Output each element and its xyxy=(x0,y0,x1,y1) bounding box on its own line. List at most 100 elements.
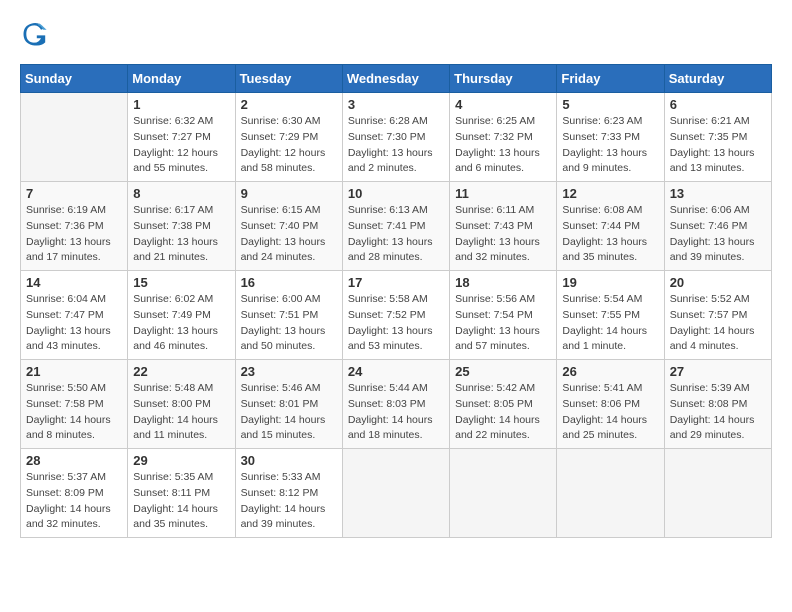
day-info: Sunrise: 6:23 AM Sunset: 7:33 PM Dayligh… xyxy=(562,114,658,177)
calendar-week-4: 21Sunrise: 5:50 AM Sunset: 7:58 PM Dayli… xyxy=(21,360,772,449)
weekday-header-monday: Monday xyxy=(128,65,235,93)
day-info: Sunrise: 6:28 AM Sunset: 7:30 PM Dayligh… xyxy=(348,114,444,177)
table-row xyxy=(557,449,664,538)
table-row: 24 Sunrise: 5:44 AM Sunset: 8:03 PM Dayli… xyxy=(342,360,449,449)
table-row: 25 Sunrise: 5:42 AM Sunset: 8:05 PM Dayli… xyxy=(450,360,557,449)
logo-icon xyxy=(20,20,48,48)
day-number: 3 xyxy=(348,97,444,112)
table-row: 4 Sunrise: 6:25 AM Sunset: 7:32 PM Daylig… xyxy=(450,93,557,182)
day-number: 28 xyxy=(26,453,122,468)
table-row: 1Sunrise: 6:32 AM Sunset: 7:27 PM Daylig… xyxy=(128,93,235,182)
table-row: 14 Sunrise: 6:04 AM Sunset: 7:47 PM Dayli… xyxy=(21,271,128,360)
table-row: 6 Sunrise: 6:21 AM Sunset: 7:35 PM Daylig… xyxy=(664,93,771,182)
day-number: 10 xyxy=(348,186,444,201)
day-number: 14 xyxy=(26,275,122,290)
day-info: Sunrise: 6:02 AM Sunset: 7:49 PM Dayligh… xyxy=(133,292,229,355)
weekday-header-tuesday: Tuesday xyxy=(235,65,342,93)
day-number: 12 xyxy=(562,186,658,201)
day-info: Sunrise: 6:25 AM Sunset: 7:32 PM Dayligh… xyxy=(455,114,551,177)
table-row xyxy=(342,449,449,538)
day-info: Sunrise: 5:39 AM Sunset: 8:08 PM Dayligh… xyxy=(670,381,766,444)
day-info: Sunrise: 6:06 AM Sunset: 7:46 PM Dayligh… xyxy=(670,203,766,266)
logo xyxy=(20,20,52,48)
calendar-week-3: 14 Sunrise: 6:04 AM Sunset: 7:47 PM Dayli… xyxy=(21,271,772,360)
table-row: 17 Sunrise: 5:58 AM Sunset: 7:52 PM Dayli… xyxy=(342,271,449,360)
table-row: 9 Sunrise: 6:15 AM Sunset: 7:40 PM Daylig… xyxy=(235,182,342,271)
table-row: 22 Sunrise: 5:48 AM Sunset: 8:00 PM Dayli… xyxy=(128,360,235,449)
day-number: 25 xyxy=(455,364,551,379)
day-info: Sunrise: 6:30 AM Sunset: 7:29 PM Dayligh… xyxy=(241,114,337,177)
day-info: Sunrise: 6:13 AM Sunset: 7:41 PM Dayligh… xyxy=(348,203,444,266)
weekday-header-friday: Friday xyxy=(557,65,664,93)
day-info: Sunrise: 5:52 AM Sunset: 7:57 PM Dayligh… xyxy=(670,292,766,355)
day-info: Sunrise: 5:44 AM Sunset: 8:03 PM Dayligh… xyxy=(348,381,444,444)
day-number: 5 xyxy=(562,97,658,112)
day-info: Sunrise: 6:00 AM Sunset: 7:51 PM Dayligh… xyxy=(241,292,337,355)
day-info: Sunrise: 5:33 AM Sunset: 8:12 PM Dayligh… xyxy=(241,470,337,533)
day-number: 11 xyxy=(455,186,551,201)
day-info: Sunrise: 5:56 AM Sunset: 7:54 PM Dayligh… xyxy=(455,292,551,355)
day-number: 26 xyxy=(562,364,658,379)
day-number: 29 xyxy=(133,453,229,468)
calendar-week-2: 7 Sunrise: 6:19 AM Sunset: 7:36 PM Daylig… xyxy=(21,182,772,271)
day-number: 6 xyxy=(670,97,766,112)
day-number: 15 xyxy=(133,275,229,290)
day-info: Sunrise: 5:58 AM Sunset: 7:52 PM Dayligh… xyxy=(348,292,444,355)
day-number: 17 xyxy=(348,275,444,290)
day-info: Sunrise: 5:46 AM Sunset: 8:01 PM Dayligh… xyxy=(241,381,337,444)
weekday-header-wednesday: Wednesday xyxy=(342,65,449,93)
page-header xyxy=(20,20,772,48)
table-row: 15 Sunrise: 6:02 AM Sunset: 7:49 PM Dayli… xyxy=(128,271,235,360)
day-number: 4 xyxy=(455,97,551,112)
table-row: 23 Sunrise: 5:46 AM Sunset: 8:01 PM Dayli… xyxy=(235,360,342,449)
day-info: Sunrise: 6:08 AM Sunset: 7:44 PM Dayligh… xyxy=(562,203,658,266)
day-info: Sunrise: 5:35 AM Sunset: 8:11 PM Dayligh… xyxy=(133,470,229,533)
day-info: Sunrise: 6:21 AM Sunset: 7:35 PM Dayligh… xyxy=(670,114,766,177)
day-number: 27 xyxy=(670,364,766,379)
day-number: 21 xyxy=(26,364,122,379)
calendar-table: SundayMondayTuesdayWednesdayThursdayFrid… xyxy=(20,64,772,538)
day-number: 9 xyxy=(241,186,337,201)
table-row: 10 Sunrise: 6:13 AM Sunset: 7:41 PM Dayli… xyxy=(342,182,449,271)
day-info: Sunrise: 6:04 AM Sunset: 7:47 PM Dayligh… xyxy=(26,292,122,355)
day-info: Sunrise: 6:32 AM Sunset: 7:27 PM Dayligh… xyxy=(133,114,229,177)
day-info: Sunrise: 5:48 AM Sunset: 8:00 PM Dayligh… xyxy=(133,381,229,444)
day-number: 23 xyxy=(241,364,337,379)
day-info: Sunrise: 6:15 AM Sunset: 7:40 PM Dayligh… xyxy=(241,203,337,266)
table-row: 29 Sunrise: 5:35 AM Sunset: 8:11 PM Dayli… xyxy=(128,449,235,538)
day-info: Sunrise: 5:41 AM Sunset: 8:06 PM Dayligh… xyxy=(562,381,658,444)
table-row: 3 Sunrise: 6:28 AM Sunset: 7:30 PM Daylig… xyxy=(342,93,449,182)
day-info: Sunrise: 6:19 AM Sunset: 7:36 PM Dayligh… xyxy=(26,203,122,266)
table-row: 12 Sunrise: 6:08 AM Sunset: 7:44 PM Dayli… xyxy=(557,182,664,271)
day-number: 16 xyxy=(241,275,337,290)
table-row: 11 Sunrise: 6:11 AM Sunset: 7:43 PM Dayli… xyxy=(450,182,557,271)
day-number: 24 xyxy=(348,364,444,379)
table-row: 2 Sunrise: 6:30 AM Sunset: 7:29 PM Daylig… xyxy=(235,93,342,182)
table-row xyxy=(450,449,557,538)
table-row: 20 Sunrise: 5:52 AM Sunset: 7:57 PM Dayli… xyxy=(664,271,771,360)
table-row: 30 Sunrise: 5:33 AM Sunset: 8:12 PM Dayli… xyxy=(235,449,342,538)
day-number: 30 xyxy=(241,453,337,468)
table-row xyxy=(664,449,771,538)
day-info: Sunrise: 6:11 AM Sunset: 7:43 PM Dayligh… xyxy=(455,203,551,266)
table-row: 26 Sunrise: 5:41 AM Sunset: 8:06 PM Dayli… xyxy=(557,360,664,449)
day-number: 7 xyxy=(26,186,122,201)
calendar-week-1: 1Sunrise: 6:32 AM Sunset: 7:27 PM Daylig… xyxy=(21,93,772,182)
day-number: 20 xyxy=(670,275,766,290)
table-row: 16 Sunrise: 6:00 AM Sunset: 7:51 PM Dayli… xyxy=(235,271,342,360)
table-row: 7 Sunrise: 6:19 AM Sunset: 7:36 PM Daylig… xyxy=(21,182,128,271)
table-row xyxy=(21,93,128,182)
table-row: 19Sunrise: 5:54 AM Sunset: 7:55 PM Dayli… xyxy=(557,271,664,360)
table-row: 13Sunrise: 6:06 AM Sunset: 7:46 PM Dayli… xyxy=(664,182,771,271)
table-row: 27 Sunrise: 5:39 AM Sunset: 8:08 PM Dayli… xyxy=(664,360,771,449)
table-row: 8Sunrise: 6:17 AM Sunset: 7:38 PM Daylig… xyxy=(128,182,235,271)
day-number: 8 xyxy=(133,186,229,201)
weekday-header-thursday: Thursday xyxy=(450,65,557,93)
day-number: 22 xyxy=(133,364,229,379)
day-number: 18 xyxy=(455,275,551,290)
weekday-header-sunday: Sunday xyxy=(21,65,128,93)
table-row: 5 Sunrise: 6:23 AM Sunset: 7:33 PM Daylig… xyxy=(557,93,664,182)
day-number: 2 xyxy=(241,97,337,112)
day-info: Sunrise: 5:54 AM Sunset: 7:55 PM Dayligh… xyxy=(562,292,658,355)
day-info: Sunrise: 5:42 AM Sunset: 8:05 PM Dayligh… xyxy=(455,381,551,444)
